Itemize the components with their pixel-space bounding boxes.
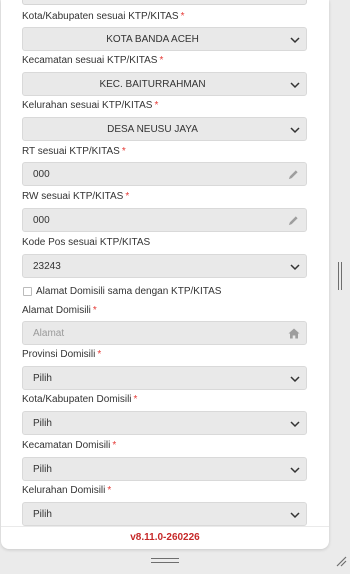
- city-ktp-value: KOTA BANDA ACEH: [106, 34, 199, 45]
- postal-ktp-label: Kode Pos sesuai KTP/KITAS: [22, 237, 151, 248]
- district-ktp-select[interactable]: KEC. BAITURRAHMAN: [22, 72, 307, 96]
- district-dom-label: Kecamatan Domisili *: [22, 440, 117, 451]
- form-scroll-area[interactable]: Kota/Kabupaten sesuai KTP/KITAS * KOTA BA…: [1, 0, 329, 526]
- village-ktp-value: DESA NEUSU JAYA: [107, 124, 198, 135]
- district-ktp-label: Kecamatan sesuai KTP/KITAS *: [22, 55, 164, 66]
- rw-ktp-label: RW sesuai KTP/KITAS *: [22, 191, 130, 202]
- required-marker: *: [92, 305, 97, 316]
- rt-ktp-value: 000: [33, 169, 50, 180]
- district-dom-select[interactable]: Pilih: [22, 457, 307, 481]
- village-ktp-select[interactable]: DESA NEUSU JAYA: [22, 117, 307, 141]
- required-marker: *: [125, 191, 130, 202]
- district-ktp-value: KEC. BAITURRAHMAN: [99, 79, 206, 90]
- chevron-down-icon: [290, 421, 300, 428]
- pencil-icon: [288, 216, 298, 226]
- chevron-down-icon: [290, 127, 300, 134]
- address-dom-input[interactable]: Alamat: [22, 321, 307, 345]
- vertical-resize-handle[interactable]: [338, 262, 342, 290]
- chevron-down-icon: [290, 512, 300, 519]
- rw-ktp-input[interactable]: 000: [22, 208, 307, 232]
- village-dom-select[interactable]: Pilih: [22, 502, 307, 526]
- resize-corner-icon[interactable]: [335, 555, 347, 567]
- village-dom-value: Pilih: [33, 509, 52, 520]
- city-dom-select[interactable]: Pilih: [22, 411, 307, 435]
- card-footer: v8.11.0-260226: [1, 526, 329, 549]
- address-dom-placeholder: Alamat: [33, 328, 65, 339]
- home-icon: [288, 328, 300, 339]
- required-marker: *: [154, 100, 159, 111]
- city-dom-value: Pilih: [33, 418, 52, 429]
- village-dom-label: Kelurahan Domisili *: [22, 485, 112, 496]
- city-ktp-select[interactable]: KOTA BANDA ACEH: [22, 27, 307, 51]
- chevron-down-icon: [290, 467, 300, 474]
- postal-ktp-select[interactable]: 23243: [22, 254, 307, 278]
- chevron-down-icon: [290, 82, 300, 89]
- horizontal-resize-handle[interactable]: [151, 558, 179, 564]
- city-dom-label: Kota/Kabupaten Domisili *: [22, 394, 138, 405]
- rt-ktp-input[interactable]: 000: [22, 162, 307, 186]
- district-dom-value: Pilih: [33, 464, 52, 475]
- form-card: Kota/Kabupaten sesuai KTP/KITAS * KOTA BA…: [1, 0, 329, 549]
- required-marker: *: [112, 440, 117, 451]
- rt-ktp-label: RT sesuai KTP/KITAS *: [22, 146, 126, 157]
- province-dom-select[interactable]: Pilih: [22, 366, 307, 390]
- address-dom-label: Alamat Domisili *: [22, 305, 97, 316]
- city-ktp-label: Kota/Kabupaten sesuai KTP/KITAS *: [22, 11, 185, 22]
- chevron-down-icon: [290, 37, 300, 44]
- province-dom-value: Pilih: [33, 373, 52, 384]
- required-marker: *: [133, 394, 138, 405]
- previous-field-edge: [22, 0, 307, 5]
- pencil-icon: [288, 170, 298, 180]
- same-address-checkbox-row[interactable]: Alamat Domisili sama dengan KTP/KITAS: [22, 286, 221, 297]
- rw-ktp-value: 000: [33, 215, 50, 226]
- version-label: v8.11.0-260226: [130, 532, 200, 543]
- same-address-label: Alamat Domisili sama dengan KTP/KITAS: [36, 286, 222, 297]
- required-marker: *: [107, 485, 112, 496]
- chevron-down-icon: [290, 376, 300, 383]
- village-ktp-label: Kelurahan sesuai KTP/KITAS *: [22, 100, 159, 111]
- required-marker: *: [180, 11, 185, 22]
- required-marker: *: [159, 55, 164, 66]
- required-marker: *: [121, 146, 126, 157]
- same-address-checkbox[interactable]: [23, 287, 32, 296]
- province-dom-label: Provinsi Domisili *: [22, 349, 102, 360]
- required-marker: *: [97, 349, 102, 360]
- chevron-down-icon: [290, 264, 300, 271]
- postal-ktp-value: 23243: [33, 261, 61, 272]
